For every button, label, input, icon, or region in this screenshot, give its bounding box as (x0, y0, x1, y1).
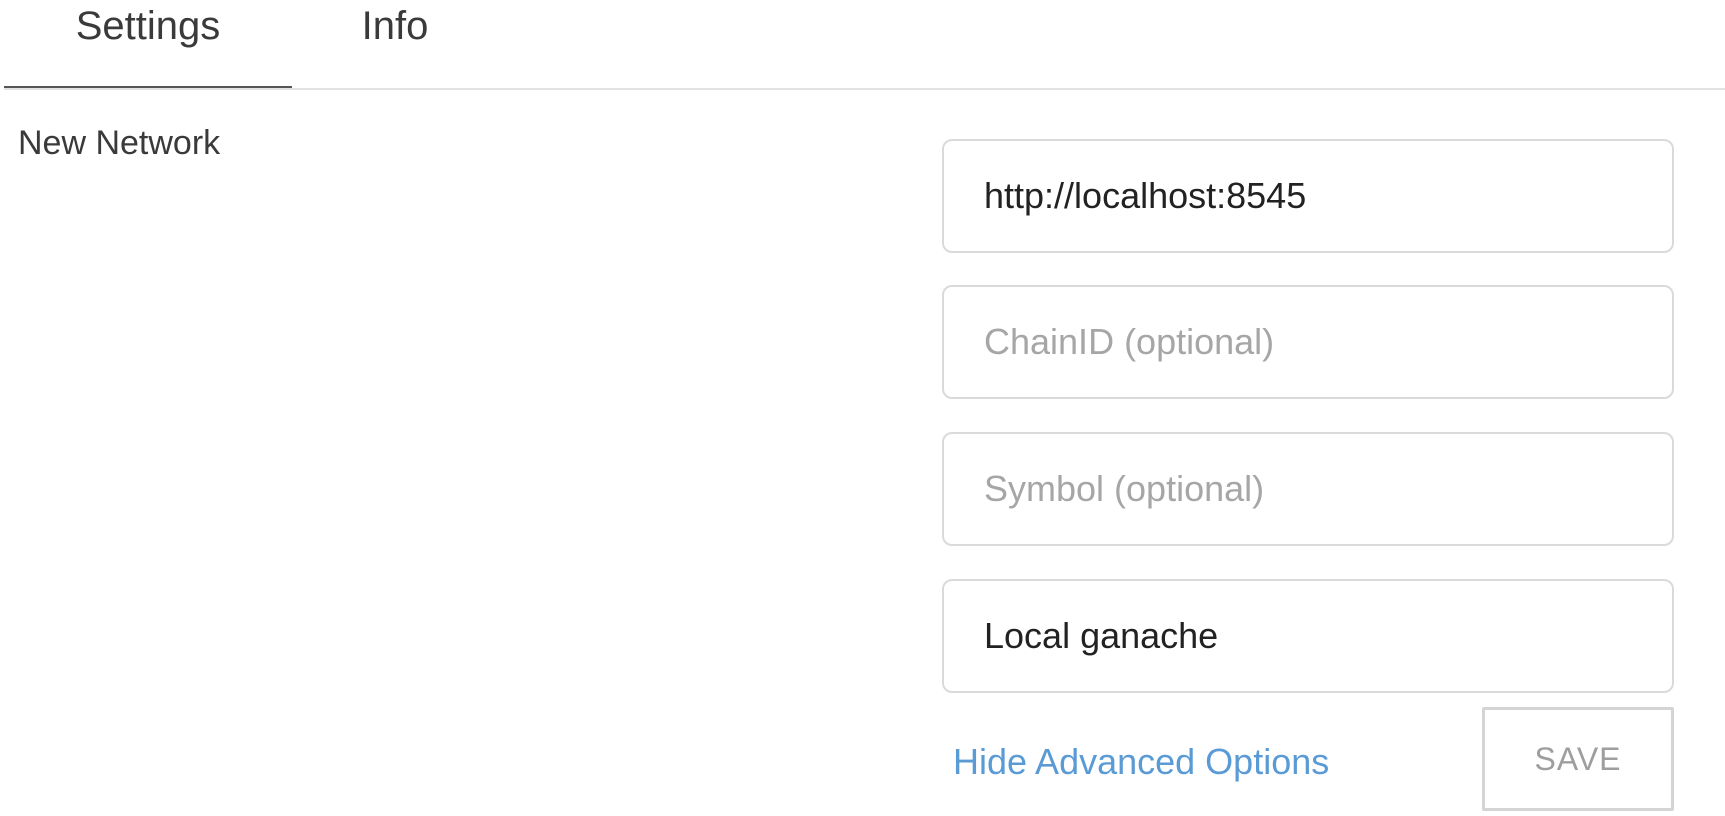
rpc-url-input[interactable] (942, 139, 1674, 253)
tabs-divider (4, 88, 1725, 90)
save-button[interactable]: SAVE (1482, 707, 1674, 811)
tab-settings[interactable]: Settings (4, 0, 292, 88)
chain-id-input[interactable] (942, 285, 1674, 399)
network-name-input[interactable] (942, 579, 1674, 693)
tab-info[interactable]: Info (330, 0, 460, 88)
symbol-input[interactable] (942, 432, 1674, 546)
tab-settings-label: Settings (75, 4, 221, 48)
settings-tabs: Settings Info (0, 0, 1725, 90)
tab-info-label: Info (361, 4, 429, 48)
section-title: New Network (18, 124, 221, 162)
hide-advanced-options-link[interactable]: Hide Advanced Options (953, 741, 1329, 783)
